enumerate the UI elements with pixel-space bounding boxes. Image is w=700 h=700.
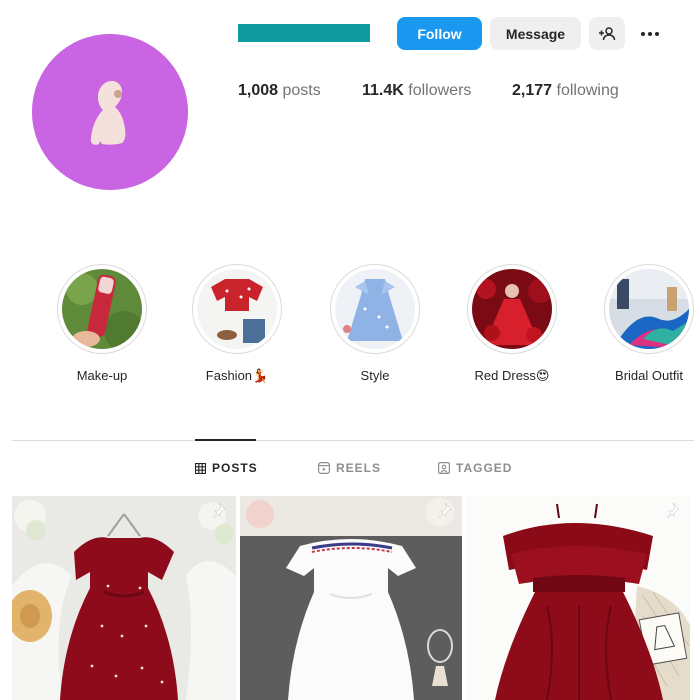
following-count: 2,177	[512, 82, 553, 99]
post-image	[467, 496, 690, 700]
highlight-style[interactable]: Style	[310, 264, 440, 383]
tab-label: REELS	[336, 461, 382, 475]
post-tile[interactable]	[467, 496, 690, 700]
grid-icon	[195, 462, 206, 474]
followers-label: followers	[408, 82, 472, 99]
reels-icon	[318, 462, 330, 474]
following-stat[interactable]: 2,177 following	[512, 82, 619, 100]
post-tile[interactable]	[12, 496, 236, 700]
highlight-cover-image	[197, 269, 277, 349]
post-image	[240, 496, 462, 700]
post-image	[12, 496, 236, 700]
tab-posts[interactable]: POSTS	[195, 461, 258, 475]
highlight-ring	[57, 264, 147, 354]
highlight-cover-image	[472, 269, 552, 349]
profile-avatar[interactable]	[32, 34, 188, 190]
highlight-label: Fashion💃	[205, 368, 269, 383]
highlight-ring	[330, 264, 420, 354]
tagged-icon	[438, 462, 450, 474]
profile-page: Follow Message 1,008 posts 11.4K followe…	[0, 0, 700, 700]
highlight-ring	[192, 264, 282, 354]
highlight-make-up[interactable]: Make-up	[37, 264, 167, 383]
suggested-accounts-button[interactable]	[589, 17, 625, 50]
tab-reels[interactable]: REELS	[318, 461, 381, 475]
posts-stat[interactable]: 1,008 posts	[238, 82, 321, 100]
tab-tagged[interactable]: TAGGED	[438, 461, 512, 475]
highlight-label: Make-up	[76, 368, 128, 383]
highlight-cover-image	[609, 269, 689, 349]
avatar-illustration-icon	[32, 34, 188, 190]
followers-stat[interactable]: 11.4K followers	[362, 82, 471, 100]
pinned-icon	[212, 502, 226, 518]
highlight-ring	[467, 264, 557, 354]
highlight-cover-image	[62, 269, 142, 349]
highlight-ring	[604, 264, 694, 354]
pinned-icon	[438, 502, 452, 518]
highlight-label: Bridal Outfit	[615, 368, 683, 383]
highlight-red-dress[interactable]: Red Dress😍	[447, 264, 577, 384]
active-tab-indicator	[195, 439, 256, 441]
posts-label: posts	[282, 82, 321, 99]
tab-label: TAGGED	[456, 461, 513, 475]
highlight-bridal-outfit[interactable]: Bridal Outfit	[584, 264, 700, 383]
following-label: following	[556, 82, 619, 99]
follow-button[interactable]: Follow	[397, 17, 482, 50]
pinned-icon	[666, 502, 680, 518]
username-redacted	[238, 24, 370, 42]
post-tile[interactable]	[240, 496, 462, 700]
highlight-label: Style	[360, 368, 390, 383]
tabs-divider	[12, 440, 694, 441]
message-button[interactable]: Message	[490, 17, 581, 50]
more-options-icon[interactable]	[634, 17, 666, 50]
followers-count: 11.4K	[362, 82, 404, 99]
add-person-icon	[599, 26, 616, 40]
tab-label: POSTS	[212, 461, 258, 475]
posts-count: 1,008	[238, 82, 279, 99]
highlight-label: Red Dress😍	[474, 368, 550, 383]
highlight-fashion[interactable]: Fashion💃	[172, 264, 302, 384]
highlight-cover-image	[335, 269, 415, 349]
